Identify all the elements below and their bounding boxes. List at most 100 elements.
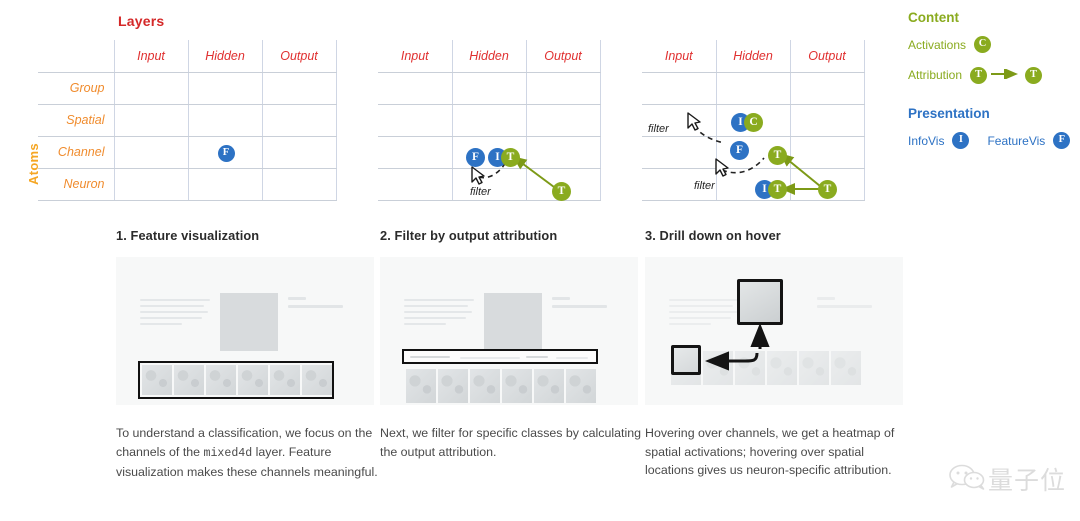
drill-down-arrows-svg bbox=[705, 323, 770, 371]
cell-group-input bbox=[642, 72, 717, 105]
cell-spatial-output bbox=[790, 104, 865, 137]
wechat-icon bbox=[948, 463, 988, 496]
column-header-hidden: Hidden bbox=[188, 40, 263, 73]
panel-2-title: 2. Filter by output attribution bbox=[380, 228, 558, 243]
panel-1-text: To understand a classification, we focus… bbox=[116, 424, 378, 482]
row-header-channel: Channel bbox=[38, 136, 115, 169]
cell-channel-input bbox=[642, 136, 717, 169]
panel-1-thumbnail bbox=[116, 257, 374, 405]
legend-presentation-heading: Presentation bbox=[908, 106, 990, 121]
panel-1-code: mixed4d bbox=[203, 446, 253, 460]
cell-group-input bbox=[378, 72, 453, 105]
cell-spatial-input bbox=[642, 104, 717, 137]
row-header-group: Group bbox=[38, 72, 115, 105]
column-header-input: Input bbox=[642, 40, 717, 73]
legend-attribution-label: Attribution bbox=[908, 68, 963, 82]
cell-spatial-output bbox=[262, 104, 337, 137]
panel-drill-down-on-hover: 3. Drill down on hover Hovering over cha… bbox=[645, 228, 907, 482]
legend-row-activations: Activations C bbox=[908, 36, 1080, 53]
attribution-badge-icon-from: T bbox=[970, 66, 988, 84]
cell-neuron-output bbox=[790, 168, 865, 201]
layers-title: Layers bbox=[118, 13, 165, 29]
cell-spatial-input bbox=[114, 104, 189, 137]
mock-hero-image bbox=[484, 293, 542, 351]
cell-neuron-input bbox=[114, 168, 189, 201]
grid-feature-visualization: Input Hidden Output Group Spatial Channe… bbox=[38, 40, 337, 201]
cell-spatial-output bbox=[526, 104, 601, 137]
panel-3-title: 3. Drill down on hover bbox=[645, 228, 781, 243]
arrow-left-to-channel bbox=[705, 351, 759, 371]
cell-channel-input bbox=[114, 136, 189, 169]
matrix-diagram-section: Layers Atoms Input Hidden Output Group S… bbox=[0, 0, 1080, 215]
cell-channel-hidden: F bbox=[188, 136, 263, 169]
cell-spatial-hidden bbox=[188, 104, 263, 137]
cell-neuron-output bbox=[262, 168, 337, 201]
column-header-output: Output bbox=[262, 40, 337, 73]
cell-spatial-hidden bbox=[452, 104, 527, 137]
mock-hero-image bbox=[220, 293, 278, 351]
highlight-bar-attribution bbox=[402, 349, 598, 364]
grid-filter-by-output-attribution: Input Hidden Output F I T T filter bbox=[378, 40, 601, 201]
watermark: 量子位 bbox=[948, 461, 1066, 497]
mock-text-lines bbox=[404, 299, 474, 329]
cell-group-hidden bbox=[188, 72, 263, 105]
legend-row-attribution: Attribution T T bbox=[908, 66, 1080, 84]
column-header-input: Input bbox=[378, 40, 453, 73]
column-header-hidden: Hidden bbox=[452, 40, 527, 73]
cell-neuron-hidden bbox=[452, 168, 527, 201]
panel-feature-visualization: 1. Feature visualization To understand a… bbox=[116, 228, 378, 482]
row-header-neuron: Neuron bbox=[38, 168, 115, 201]
mock-text-lines bbox=[140, 299, 210, 329]
legend-content-heading: Content bbox=[908, 10, 959, 25]
mock-caption-lines bbox=[552, 297, 614, 313]
row-header-spatial: Spatial bbox=[38, 104, 115, 137]
watermark-text: 量子位 bbox=[987, 467, 1066, 495]
cell-spatial-hidden bbox=[716, 104, 791, 137]
panel-2-thumbnail bbox=[380, 257, 638, 405]
mock-channel-strip bbox=[406, 369, 598, 403]
panel-3-text-before: Hovering over channels, we get a heatmap… bbox=[645, 426, 895, 477]
mock-caption-lines bbox=[288, 297, 350, 313]
cell-spatial-input bbox=[378, 104, 453, 137]
cell-channel-hidden bbox=[452, 136, 527, 169]
cell-channel-hidden bbox=[716, 136, 791, 169]
cell-neuron-hidden bbox=[716, 168, 791, 201]
legend-featurevis-label: FeatureVis bbox=[987, 133, 1046, 148]
legend-row-presentation: InfoVis I FeatureVis F bbox=[908, 132, 1080, 149]
cell-neuron-input bbox=[378, 168, 453, 201]
column-header-output: Output bbox=[526, 40, 601, 73]
cell-group-output bbox=[526, 72, 601, 105]
panel-3-thumbnail bbox=[645, 257, 903, 405]
attribution-badge-icon-to: T bbox=[1025, 66, 1043, 84]
column-header-output: Output bbox=[790, 40, 865, 73]
cell-group-output bbox=[790, 72, 865, 105]
panel-2-text: Next, we filter for specific classes by … bbox=[380, 424, 642, 463]
panel-2-text-before: Next, we filter for specific classes by … bbox=[380, 426, 641, 459]
cell-group-output bbox=[262, 72, 337, 105]
infovis-badge-icon: I bbox=[952, 132, 970, 149]
legend-infovis-label: InfoVis bbox=[908, 133, 945, 148]
highlight-box-channels bbox=[138, 361, 334, 399]
cell-channel-input bbox=[378, 136, 453, 169]
legend-activations-label: Activations bbox=[908, 37, 967, 52]
panel-1-title: 1. Feature visualization bbox=[116, 228, 260, 243]
activations-badge-icon: C bbox=[974, 36, 992, 53]
featurevis-badge-icon: F bbox=[217, 144, 235, 162]
panel-filter-by-output-attribution: 2. Filter by output attribution Next, we… bbox=[380, 228, 642, 463]
cell-neuron-input bbox=[642, 168, 717, 201]
featurevis-badge-icon: F bbox=[1053, 132, 1071, 149]
column-header-input: Input bbox=[114, 40, 189, 73]
legend-panel: Content Activations C Attribution T T Pr… bbox=[908, 10, 1080, 162]
cell-channel-output bbox=[262, 136, 337, 169]
matrix-corner bbox=[38, 40, 115, 73]
cell-group-input bbox=[114, 72, 189, 105]
cell-channel-output bbox=[526, 136, 601, 169]
cell-group-hidden bbox=[452, 72, 527, 105]
column-header-hidden: Hidden bbox=[716, 40, 791, 73]
arrow-right-icon bbox=[991, 66, 1021, 84]
grid-drill-down-on-hover: Input Hidden Output I C F T I T T filter… bbox=[642, 40, 865, 201]
cell-neuron-output bbox=[526, 168, 601, 201]
cell-group-hidden bbox=[716, 72, 791, 105]
cell-neuron-hidden bbox=[188, 168, 263, 201]
cell-channel-output bbox=[790, 136, 865, 169]
